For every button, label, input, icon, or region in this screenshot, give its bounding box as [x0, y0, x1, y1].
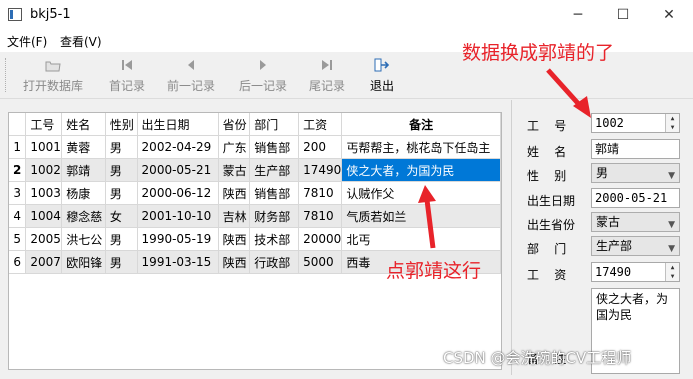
annotation-middle: 点郭靖这行: [386, 260, 482, 282]
watermark: CSDN @会洗碗的CV工程师: [443, 349, 632, 367]
arrow-to-row: [418, 185, 436, 249]
arrow-to-form: [546, 68, 591, 118]
annotation-top: 数据换成郭靖的了: [462, 42, 615, 64]
